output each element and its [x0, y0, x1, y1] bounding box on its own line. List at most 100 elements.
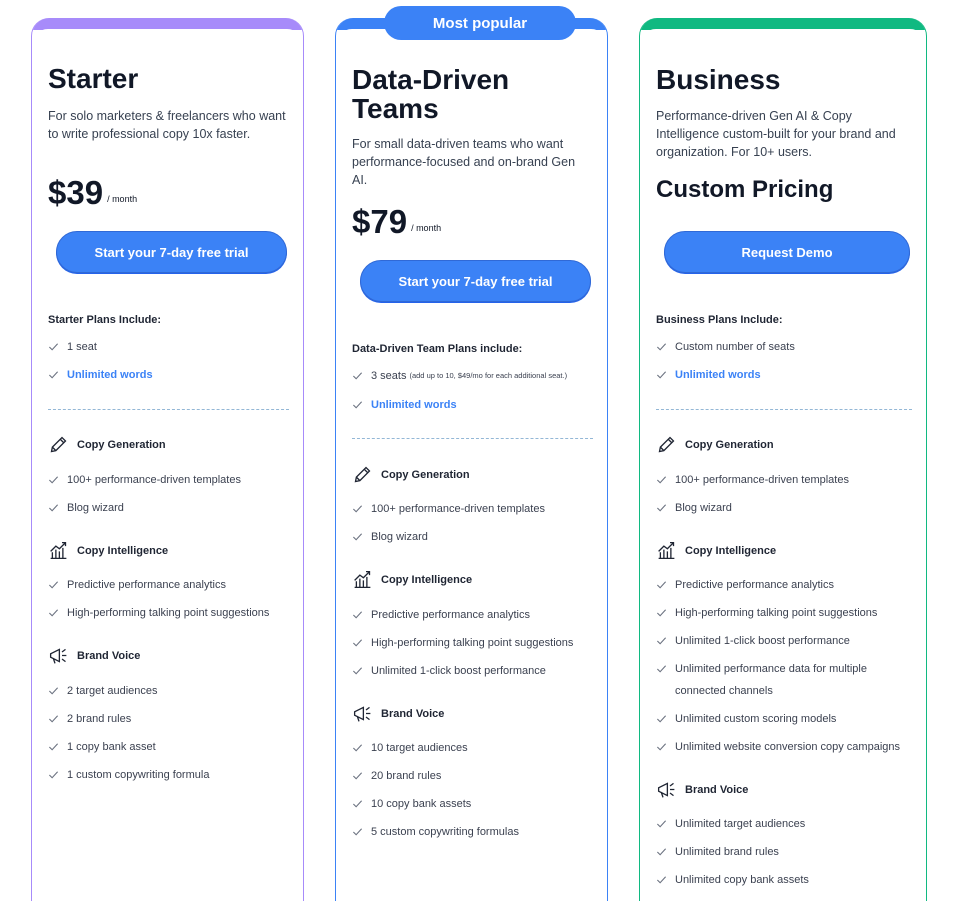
price-amount: $79	[352, 203, 408, 240]
list-item: Custom number of seats	[656, 336, 795, 358]
chart-icon	[50, 541, 67, 560]
pencil-icon	[658, 436, 675, 453]
list-item: 3 seats (add up to 10, $49/mo for each a…	[352, 365, 567, 387]
list-item: Unlimited copy bank assets	[656, 869, 809, 891]
check-icon	[48, 343, 59, 351]
check-icon	[656, 848, 667, 856]
megaphone-icon	[353, 706, 371, 722]
includes-heading: Business Plans Include:	[656, 314, 783, 326]
section-copy-intelligence: Copy Intelligence	[48, 540, 168, 561]
seat-note: (add up to 10, $49/mo for each additiona…	[409, 371, 568, 380]
check-icon	[48, 771, 59, 779]
list-item: 1 seat	[48, 336, 97, 358]
unlimited-words-link[interactable]: Unlimited words	[656, 364, 761, 386]
price: $79 / month	[352, 203, 441, 241]
section-copy-intelligence: Copy Intelligence	[656, 540, 776, 561]
check-icon	[656, 504, 667, 512]
check-icon	[656, 343, 667, 351]
check-icon	[656, 715, 667, 723]
plan-card-data-driven-teams: Data-Driven Teams For small data-driven …	[335, 18, 608, 901]
check-icon	[656, 743, 667, 751]
list-item: Blog wizard	[352, 526, 428, 548]
start-trial-button[interactable]: Start your 7-day free trial	[56, 231, 287, 273]
check-icon	[48, 504, 59, 512]
check-icon	[656, 876, 667, 884]
list-item: Predictive performance analytics	[352, 604, 530, 626]
list-item: 100+ performance-driven templates	[656, 469, 849, 491]
divider	[656, 409, 912, 410]
list-item: Blog wizard	[48, 497, 124, 519]
section-brand-voice: Brand Voice	[48, 645, 140, 666]
check-icon	[352, 611, 363, 619]
unlimited-words-link[interactable]: Unlimited words	[352, 394, 457, 416]
plan-description: For small data-driven teams who want per…	[352, 137, 576, 187]
list-item: Predictive performance analytics	[48, 574, 226, 596]
section-copy-generation: Copy Generation	[48, 434, 166, 455]
price-amount: $39	[48, 174, 104, 211]
list-item: 10 copy bank assets	[352, 793, 471, 815]
section-brand-voice: Brand Voice	[656, 779, 748, 800]
plan-card-business: Business Performance-driven Gen AI & Cop…	[639, 18, 927, 901]
megaphone-icon	[49, 648, 67, 664]
list-item: 100+ performance-driven templates	[48, 469, 241, 491]
check-icon	[352, 667, 363, 675]
divider	[48, 409, 289, 410]
list-item: High-performing talking point suggestion…	[656, 602, 877, 624]
check-icon	[352, 533, 363, 541]
list-item: High-performing talking point suggestion…	[352, 632, 573, 654]
megaphone-icon	[657, 782, 675, 798]
section-brand-voice: Brand Voice	[352, 703, 444, 724]
list-item: 20 brand rules	[352, 765, 441, 787]
check-icon	[352, 772, 363, 780]
check-icon	[48, 609, 59, 617]
request-demo-button[interactable]: Request Demo	[664, 231, 910, 273]
section-copy-intelligence: Copy Intelligence	[352, 569, 472, 590]
section-copy-generation: Copy Generation	[352, 464, 470, 485]
check-icon	[352, 505, 363, 513]
unlimited-words-link[interactable]: Unlimited words	[48, 364, 153, 386]
list-item: 1 copy bank asset	[48, 736, 156, 758]
plan-title: Data-Driven Teams	[352, 64, 510, 124]
list-item: Unlimited 1-click boost performance	[352, 660, 546, 682]
price-period: / month	[107, 194, 138, 204]
check-icon	[656, 581, 667, 589]
check-icon	[656, 371, 667, 379]
section-copy-generation: Copy Generation	[656, 434, 774, 455]
list-item: 2 target audiences	[48, 680, 158, 702]
list-item: 1 custom copywriting formula	[48, 764, 209, 786]
check-icon	[352, 401, 363, 409]
pencil-icon	[354, 466, 371, 483]
custom-pricing-label: Custom Pricing	[656, 176, 834, 203]
check-icon	[48, 581, 59, 589]
start-trial-button[interactable]: Start your 7-day free trial	[360, 260, 591, 302]
list-item: Unlimited performance data for multiple …	[656, 658, 886, 702]
list-item: 100+ performance-driven templates	[352, 498, 545, 520]
price: $39 / month	[48, 174, 137, 212]
list-item: Predictive performance analytics	[656, 574, 834, 596]
list-item: Blog wizard	[656, 497, 732, 519]
plan-card-starter: Starter For solo marketers & freelancers…	[31, 18, 304, 901]
divider	[352, 438, 593, 439]
check-icon	[656, 665, 667, 673]
check-icon	[48, 687, 59, 695]
check-icon	[48, 476, 59, 484]
plan-title: Starter	[48, 63, 139, 94]
check-icon	[48, 743, 59, 751]
check-icon	[48, 715, 59, 723]
check-icon	[656, 820, 667, 828]
includes-heading: Starter Plans Include:	[48, 314, 162, 326]
check-icon	[352, 639, 363, 647]
list-item: Unlimited 1-click boost performance	[656, 630, 850, 652]
plan-description: For solo marketers & freelancers who wan…	[48, 109, 286, 141]
most-popular-badge: Most popular	[384, 6, 576, 40]
check-icon	[352, 828, 363, 836]
list-item: Unlimited target audiences	[656, 813, 805, 835]
check-icon	[352, 372, 363, 380]
list-item: High-performing talking point suggestion…	[48, 602, 269, 624]
plan-description: Performance-driven Gen AI & Copy Intelli…	[656, 109, 896, 159]
check-icon	[48, 371, 59, 379]
price-period: / month	[411, 223, 442, 233]
list-item: 2 brand rules	[48, 708, 131, 730]
check-icon	[656, 637, 667, 645]
includes-heading: Data-Driven Team Plans include:	[352, 343, 523, 355]
